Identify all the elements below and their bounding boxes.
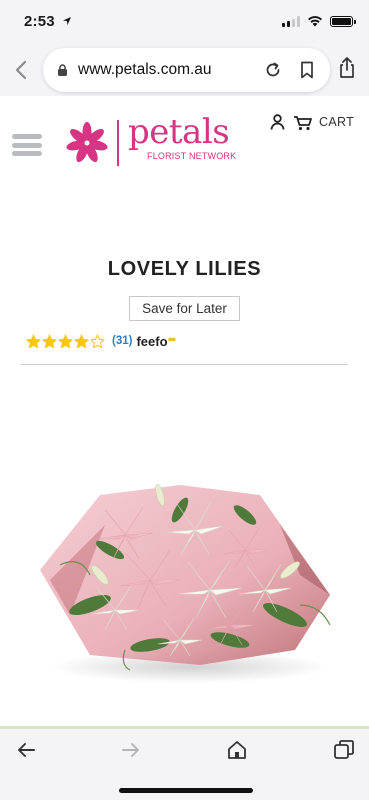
star-filled-icon: [42, 334, 57, 348]
feefo-logo: feefo●●: [136, 333, 177, 349]
rating-row[interactable]: (31) feefo●●: [26, 332, 177, 350]
star-filled-icon: [58, 334, 73, 348]
logo-wordmark: petals: [128, 112, 230, 152]
home-icon[interactable]: [226, 739, 248, 761]
status-bar: 2:53: [0, 0, 369, 44]
back-arrow-icon[interactable]: [15, 739, 37, 761]
cart-link[interactable]: CART: [319, 115, 354, 129]
home-indicator: [119, 788, 253, 793]
signal-icon: [282, 15, 300, 27]
save-for-later-button[interactable]: Save for Later: [129, 296, 240, 321]
status-indicators: [282, 15, 356, 27]
feefo-wordmark: feefo: [136, 333, 168, 349]
back-chevron-icon[interactable]: [12, 58, 32, 82]
rating-stars: [26, 334, 105, 349]
star-filled-icon: [74, 334, 89, 348]
location-arrow-icon: [63, 17, 71, 25]
url-text: www.petals.com.au: [78, 61, 212, 78]
divider: [21, 364, 348, 365]
logo-tagline: FLORIST NETWORK: [147, 151, 237, 161]
site-header: petals FLORIST NETWORK CART: [0, 96, 369, 186]
star-filled-icon: [26, 334, 41, 348]
status-time: 2:53: [24, 13, 55, 30]
tabs-icon[interactable]: [333, 739, 355, 761]
browser-bar: www.petals.com.au: [0, 44, 369, 96]
menu-icon[interactable]: [12, 134, 42, 156]
cart-icon[interactable]: [293, 115, 313, 131]
reload-icon[interactable]: [264, 61, 282, 79]
forward-arrow-icon[interactable]: [120, 739, 142, 761]
share-icon[interactable]: [337, 56, 357, 80]
bookmark-icon[interactable]: [300, 61, 314, 79]
battery-icon: [330, 15, 356, 27]
feefo-eyes-icon: ●●: [167, 333, 177, 344]
account-icon[interactable]: [270, 114, 285, 130]
star-empty-icon: [90, 334, 105, 348]
address-bar[interactable]: www.petals.com.au: [43, 48, 330, 92]
review-count[interactable]: (31): [112, 335, 132, 347]
logo-divider: [117, 120, 119, 166]
petals-logo[interactable]: petals FLORIST NETWORK: [66, 112, 237, 168]
product-image[interactable]: [30, 455, 340, 685]
flower-logo-icon: [66, 122, 108, 163]
product-title: LOVELY LILIES: [107, 258, 262, 280]
lock-icon: [58, 64, 67, 76]
wifi-icon: [308, 16, 322, 27]
